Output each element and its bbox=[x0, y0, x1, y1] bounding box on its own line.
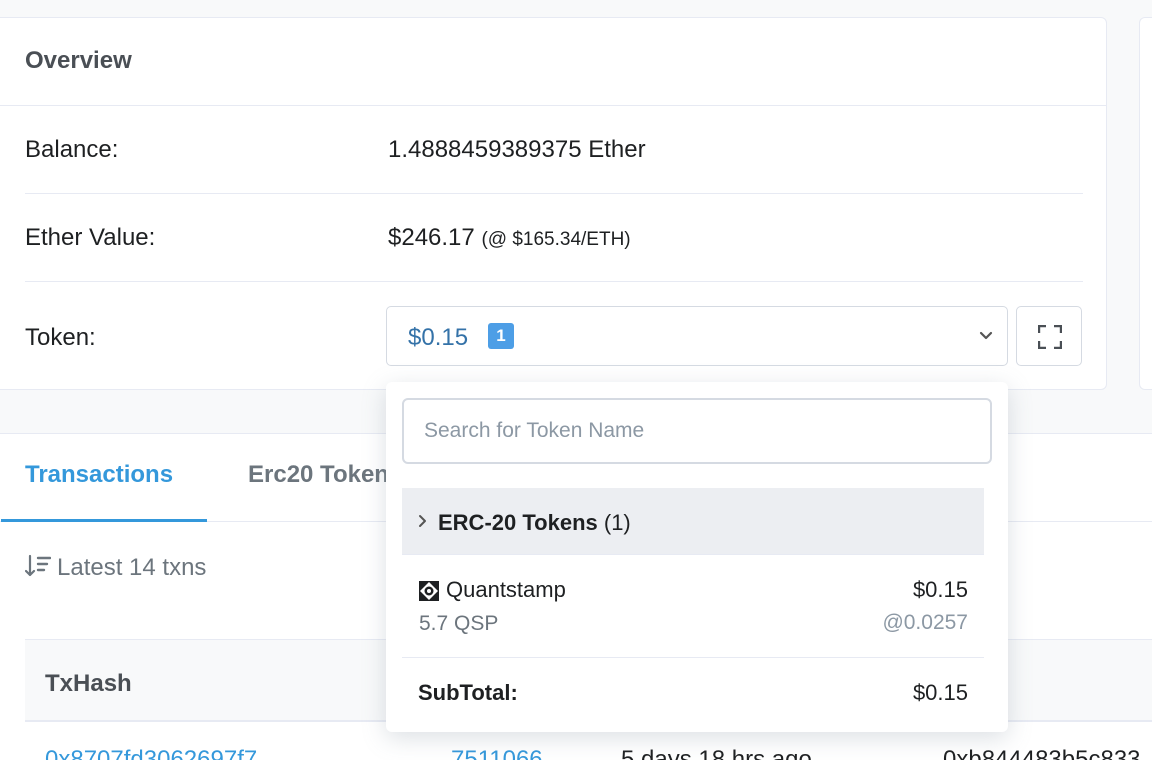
balance-value: 1.4888459389375 Ether bbox=[388, 136, 646, 163]
tab-transactions[interactable]: Transactions bbox=[25, 461, 173, 489]
token-count-badge: 1 bbox=[488, 323, 514, 349]
subtotal-label: SubTotal: bbox=[418, 680, 518, 705]
expand-icon bbox=[1038, 325, 1062, 349]
ether-value-label: Ether Value: bbox=[25, 224, 156, 251]
column-header-txhash: TxHash bbox=[45, 670, 132, 697]
txhash-link[interactable]: 0x8707fd3062697f7 bbox=[45, 746, 257, 760]
chevron-down-icon bbox=[979, 331, 993, 340]
sort-amount-down-icon bbox=[24, 554, 52, 577]
from-address-cell[interactable]: 0xb844483b5c833 bbox=[943, 746, 1141, 760]
more-info-card bbox=[1139, 17, 1152, 390]
ether-value: $246.17 (@ $165.34/ETH) bbox=[388, 224, 631, 252]
overview-title: Overview bbox=[25, 47, 132, 74]
overview-header: Overview bbox=[0, 18, 1106, 106]
token-label: Token: bbox=[25, 324, 96, 351]
divider bbox=[25, 193, 1083, 194]
ether-value-amount: $246.17 bbox=[388, 224, 475, 251]
block-link[interactable]: 7511066 bbox=[451, 746, 543, 760]
latest-txns-text: Latest 14 txns bbox=[57, 554, 207, 581]
subtotal-value: $0.15 bbox=[912, 680, 968, 705]
token-list-item[interactable]: Quantstamp 5.7 QSP $0.15 @0.0257 bbox=[402, 556, 984, 658]
group-title: ERC-20 Tokens (1) bbox=[438, 510, 631, 536]
token-holdings-dropdown[interactable]: $0.15 1 bbox=[386, 306, 1008, 366]
token-amount: 5.7 QSP bbox=[419, 612, 499, 635]
token-rate: @0.0257 bbox=[882, 611, 968, 634]
group-count: (1) bbox=[603, 510, 631, 535]
token-dropdown-menu: ERC-20 Tokens (1) Quantstamp 5.7 QSP $0.… bbox=[386, 382, 1008, 732]
latest-txns-summary: Latest 14 txns bbox=[24, 554, 207, 582]
group-name: ERC-20 Tokens bbox=[438, 510, 598, 535]
age-cell: 5 days 18 hrs ago bbox=[621, 746, 812, 760]
active-tab-indicator bbox=[1, 519, 207, 522]
quantstamp-icon bbox=[419, 581, 439, 601]
token-search-input[interactable] bbox=[402, 398, 992, 464]
token-name: Quantstamp bbox=[446, 577, 566, 602]
token-total-value: $0.15 bbox=[408, 324, 469, 351]
expand-token-view-button[interactable] bbox=[1016, 306, 1082, 366]
erc20-tokens-group-header[interactable]: ERC-20 Tokens (1) bbox=[402, 488, 984, 555]
chevron-right-icon bbox=[419, 515, 426, 527]
divider bbox=[25, 281, 1083, 282]
token-value: $0.15 bbox=[912, 577, 968, 602]
ether-rate: (@ $165.34/ETH) bbox=[481, 229, 631, 250]
balance-label: Balance: bbox=[25, 136, 119, 163]
